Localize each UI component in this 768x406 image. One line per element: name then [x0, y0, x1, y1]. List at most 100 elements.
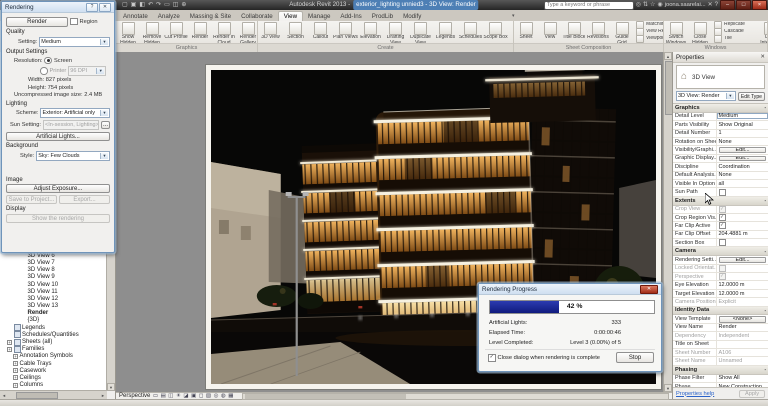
tree-item[interactable]: 3D View 11	[0, 288, 107, 295]
apply-button[interactable]: Apply	[739, 390, 765, 398]
ribbon-button[interactable]: Tile	[712, 36, 758, 43]
ribbon-button[interactable]: Duplicate View	[408, 21, 433, 43]
tab-overflow-icon[interactable]: ▾	[512, 11, 515, 21]
ribbon-button[interactable]: Show Hidden Lines	[116, 21, 140, 43]
property-row[interactable]: Parts VisibilityShow Original	[673, 121, 768, 129]
property-value[interactable]: 1	[717, 130, 768, 136]
tree-expander-icon[interactable]: +	[7, 340, 12, 345]
maximize-button[interactable]: □	[736, 0, 751, 10]
property-row[interactable]: Visible In Optionall	[673, 180, 768, 188]
sun-path-icon[interactable]: ☀	[176, 393, 181, 399]
property-value[interactable]: Unnamed	[717, 358, 768, 364]
reveal-hidden-elements-icon[interactable]: ◍	[221, 393, 226, 399]
property-row[interactable]: Sheet NumberA106	[673, 349, 768, 357]
shadows-icon[interactable]: ◪	[183, 393, 188, 399]
dpi-dropdown[interactable]: 96 DPI▼	[68, 66, 106, 76]
tree-item[interactable]: 3D View 6	[0, 252, 107, 259]
property-row[interactable]: Default Analysis...None	[673, 172, 768, 180]
property-value[interactable]: Show Original	[717, 122, 768, 128]
scale-icon[interactable]: ▭	[153, 393, 158, 399]
tree-expander-icon[interactable]: +	[13, 368, 18, 373]
artificial-lights-button[interactable]: Artificial Lights...	[6, 132, 110, 141]
qat-icon[interactable]: ↷	[156, 1, 161, 10]
property-row[interactable]: Phase FilterShow All	[673, 375, 768, 383]
ribbon-group-label[interactable]: Graphics	[116, 43, 257, 52]
property-row[interactable]: Sheet NameUnnamed	[673, 357, 768, 365]
property-value[interactable]: 12.0000 m	[717, 291, 768, 297]
property-row[interactable]: Eye Elevation12.0000 m	[673, 281, 768, 289]
collapse-icon[interactable]: ▪	[764, 198, 766, 203]
property-row[interactable]: Target Elevation12.0000 m	[673, 290, 768, 298]
qat-icon[interactable]: ⊕	[181, 1, 186, 10]
ribbon-tab[interactable]: View	[278, 11, 303, 21]
user-avatar-icon[interactable]: ◉	[657, 1, 662, 10]
property-value[interactable]: Coordination	[717, 164, 768, 170]
tree-expander-icon[interactable]: +	[13, 361, 18, 366]
property-value[interactable]	[717, 265, 768, 272]
tree-expander-icon[interactable]: +	[13, 375, 18, 380]
ribbon-button[interactable]: Legends	[433, 21, 458, 43]
collapse-icon[interactable]: ▪	[764, 105, 766, 110]
group-header-camera[interactable]: Camera▪	[673, 247, 768, 256]
ribbon-tab[interactable]: Modify	[398, 12, 426, 21]
ribbon-button[interactable]: Title Block	[562, 21, 586, 43]
help-icon[interactable]: ?	[715, 1, 718, 10]
adjust-exposure-button[interactable]: Adjust Exposure...	[6, 184, 110, 193]
ribbon-button[interactable]: Drafting View	[383, 21, 408, 43]
group-header-phasing[interactable]: Phasing▪	[673, 366, 768, 375]
ribbon-button[interactable]: Close Hidden	[688, 21, 712, 43]
qat-icon[interactable]: ▢	[122, 1, 128, 10]
property-row[interactable]: Title on Sheet	[673, 341, 768, 349]
tree-item[interactable]: Schedules/Quantities	[0, 331, 107, 338]
tree-item[interactable]: 3D View 8	[0, 267, 107, 274]
close-button[interactable]: ×	[752, 0, 767, 10]
property-row[interactable]: Far Clip Offset204.4881 m	[673, 231, 768, 239]
ribbon-button[interactable]: View	[538, 21, 562, 43]
ribbon-tab[interactable]: ProdLib	[367, 12, 398, 21]
crop-view-icon[interactable]: ◻	[199, 393, 204, 399]
collapse-icon[interactable]: ▪	[764, 249, 766, 254]
tree-item[interactable]: Legends	[0, 324, 107, 331]
ribbon-tab[interactable]: Collaborate	[236, 12, 278, 21]
property-value[interactable]	[717, 214, 768, 221]
search-binoculars-icon[interactable]: ◎	[636, 1, 641, 10]
tree-item[interactable]: 3D View 12	[0, 295, 107, 302]
ribbon-button[interactable]: Scope Box	[483, 21, 508, 43]
type-selector[interactable]: ⌂ 3D View	[676, 65, 765, 89]
scroll-left-icon[interactable]: ◄	[0, 393, 8, 398]
property-value[interactable]: None	[717, 172, 768, 178]
ribbon-button[interactable]: Viewports ▾	[634, 36, 663, 43]
dialog-close-icon[interactable]: ✕	[640, 285, 658, 294]
show-rendering-button[interactable]: Show the rendering	[6, 214, 110, 223]
collapse-icon[interactable]: ▪	[764, 367, 766, 372]
minimize-button[interactable]: –	[720, 0, 735, 10]
property-row[interactable]: Locked Orientat...	[673, 265, 768, 273]
property-value[interactable]: None	[717, 139, 768, 145]
qat-icon[interactable]: ▭	[164, 1, 170, 10]
tree-item[interactable]: 3D View 13	[0, 303, 107, 310]
ribbon-button[interactable]: Cut Profile	[164, 21, 188, 43]
search-input[interactable]	[544, 1, 634, 10]
tree-item[interactable]: + Columns	[0, 382, 107, 389]
tree-item[interactable]: 3D View 9	[0, 274, 107, 281]
tree-item[interactable]: + Casework	[0, 367, 107, 374]
property-row[interactable]: DisciplineCoordination	[673, 163, 768, 171]
ribbon-tab[interactable]: Manage	[303, 12, 335, 21]
property-value[interactable]	[717, 222, 768, 229]
ribbon-button[interactable]: User Interface	[758, 21, 767, 43]
property-value[interactable]: 12.0000 m	[717, 282, 768, 288]
ribbon-button[interactable]: Render Gallery	[236, 21, 257, 43]
rendering-dialog-icon[interactable]: ▣	[191, 393, 196, 399]
ribbon-button[interactable]: Elevation	[358, 21, 383, 43]
property-value[interactable]: Edit...	[719, 156, 766, 161]
rendering-dialog-titlebar[interactable]: Rendering ? ✕	[2, 2, 114, 13]
canvas-vertical-scrollbar[interactable]: ▲ ▼	[663, 52, 672, 392]
properties-help-link[interactable]: Properties help	[676, 391, 714, 397]
property-row[interactable]: Far Clip Active	[673, 222, 768, 230]
property-value[interactable]: all	[717, 181, 768, 187]
ribbon-tab[interactable]: Annotate	[118, 12, 153, 21]
property-value[interactable]	[717, 239, 768, 246]
property-value[interactable]	[717, 273, 768, 280]
canvas-horizontal-scrollbar[interactable]	[242, 393, 669, 400]
scrollbar-thumb[interactable]	[245, 394, 407, 399]
